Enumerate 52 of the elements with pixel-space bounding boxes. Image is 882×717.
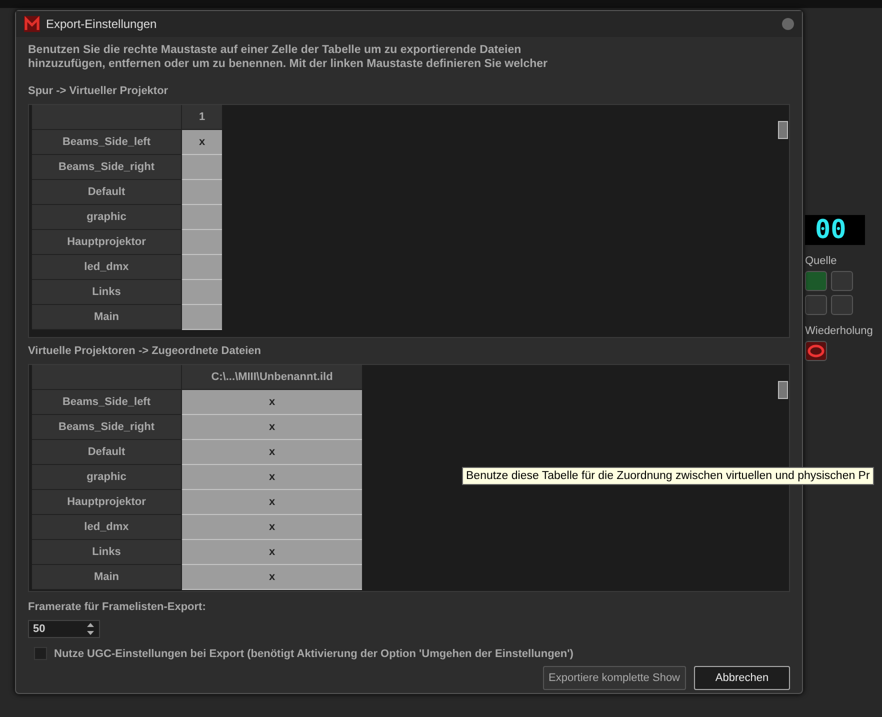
row-header: led_dmx xyxy=(32,255,182,280)
table-cell[interactable]: x xyxy=(182,415,362,440)
table-cell[interactable] xyxy=(182,180,222,205)
source-label: Quelle xyxy=(805,255,838,267)
logo-icon xyxy=(24,16,40,32)
framerate-spinner[interactable]: 50 xyxy=(28,620,100,638)
row-header: Beams_Side_right xyxy=(32,415,182,440)
table-cell[interactable] xyxy=(182,305,222,330)
row-header: led_dmx xyxy=(32,515,182,540)
repeat-label: Wiederholung xyxy=(805,325,874,337)
column-header: C:\...\MIII\Unbenannt.ild xyxy=(182,365,362,390)
row-header: Links xyxy=(32,540,182,565)
row-header: Hauptprojektor xyxy=(32,230,182,255)
tooltip: Benutze diese Tabelle für die Zuordnung zwischen virtuellen und physischen Pr xyxy=(462,467,874,485)
table-cell[interactable] xyxy=(182,255,222,280)
row-header: Beams_Side_right xyxy=(32,155,182,180)
window-title: Export-Einstellungen xyxy=(46,17,158,31)
column-header: 1 xyxy=(182,105,222,130)
table-cell[interactable]: x xyxy=(182,490,362,515)
row-header: Links xyxy=(32,280,182,305)
table-cell[interactable] xyxy=(182,205,222,230)
row-header: Main xyxy=(32,305,182,330)
timecode-display: 00 xyxy=(805,215,865,245)
close-button[interactable] xyxy=(782,18,794,30)
loop-icon[interactable] xyxy=(805,341,827,361)
table-cell[interactable] xyxy=(182,155,222,180)
row-header: Beams_Side_left xyxy=(32,390,182,415)
row-header: graphic xyxy=(32,205,182,230)
checkbox[interactable] xyxy=(34,647,47,660)
table-cell[interactable] xyxy=(182,280,222,305)
table-cell[interactable]: x xyxy=(182,440,362,465)
cancel-button[interactable]: Abbrechen xyxy=(694,666,790,690)
row-header: Hauptprojektor xyxy=(32,490,182,515)
table-heading: Spur -> Virtueller Projektor xyxy=(28,85,170,97)
table-cell[interactable]: x xyxy=(182,540,362,565)
row-header: Beams_Side_left xyxy=(32,130,182,155)
export-button[interactable]: Exportiere komplette Show xyxy=(542,666,686,690)
table-cell[interactable]: x xyxy=(182,130,222,155)
row-header: Default xyxy=(32,440,182,465)
spin-arrows-icon[interactable] xyxy=(86,622,95,636)
row-header: graphic xyxy=(32,465,182,490)
option-label: Nutze UGC-Einstellungen bei Export (benötigt Aktivierung der Option 'Umgehen der Einstellungen') xyxy=(54,648,574,660)
table-cell[interactable]: x xyxy=(182,565,362,590)
table-cell[interactable]: x xyxy=(182,465,362,490)
table-cell[interactable]: x xyxy=(182,515,362,540)
table-cell[interactable] xyxy=(182,230,222,255)
row-header: Main xyxy=(32,565,182,590)
row-header: Default xyxy=(32,180,182,205)
instruction-text: Benutzen Sie die rechte Maustaste auf einer Zelle der Tabelle um zu exportierende Dateien hinzuzufügen, entfernen oder um zu benennen. Mit der linken Maustaste definieren Sie welcher xyxy=(28,43,548,71)
table-cell[interactable]: x xyxy=(182,390,362,415)
table-heading: Virtuelle Projektoren -> Zugeordnete Dateien xyxy=(28,345,262,357)
framerate-label: Framerate für Framelisten-Export: xyxy=(28,601,207,613)
